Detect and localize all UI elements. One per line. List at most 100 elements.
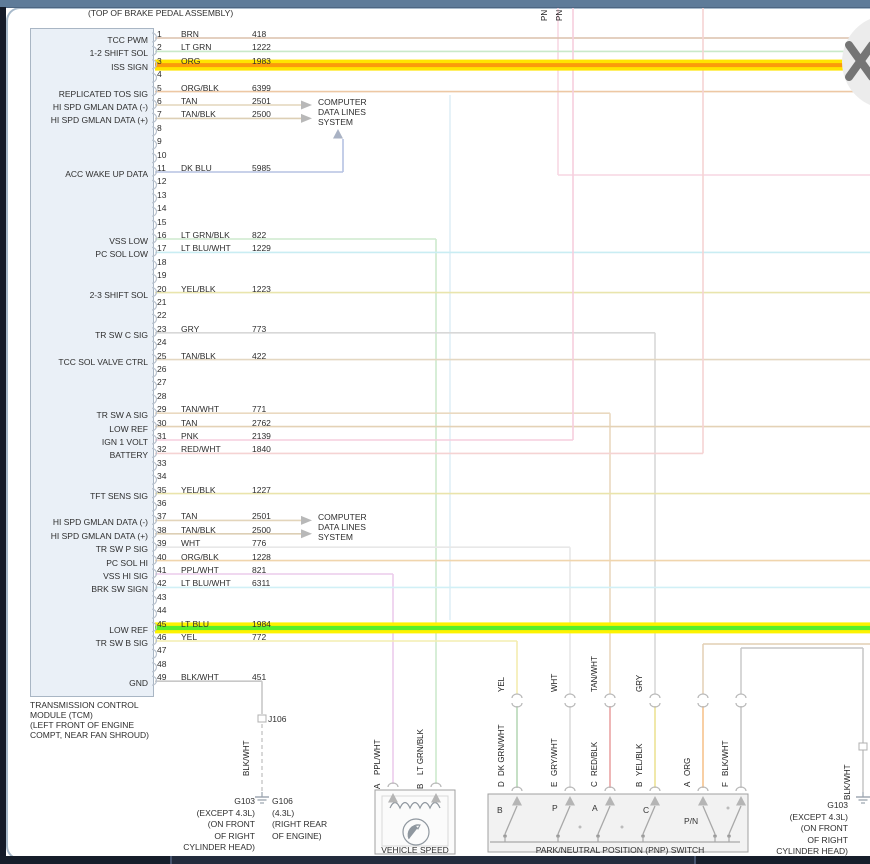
ground-wire-label: BLK/WHT <box>242 740 251 776</box>
g103-left-label: G103 (EXCEPT 4.3L) (ON FRONT OF RIGHT CY… <box>105 796 255 854</box>
pin-label: TR SW P SIG <box>28 544 148 554</box>
inline-connector-icon <box>565 694 575 707</box>
pin-wire-color: GRY <box>181 325 247 334</box>
connector-cavity <box>152 475 157 484</box>
vss-caption: VEHICLE SPEED <box>370 845 460 855</box>
ground-wire-label: BLK/WHT <box>843 764 852 800</box>
pin-number: 6 <box>157 97 175 106</box>
pin-number: 17 <box>157 244 175 253</box>
pin-circuit-number: 5985 <box>252 164 296 173</box>
pin-number: 29 <box>157 405 175 414</box>
pin-number: 16 <box>157 231 175 240</box>
pin-number: 35 <box>157 486 175 495</box>
pin-number: 39 <box>157 539 175 548</box>
pin-wire-color: TAN/BLK <box>181 110 247 119</box>
pin-number: 43 <box>157 593 175 602</box>
pin-label: TFT SENS SIG <box>28 491 148 501</box>
computer-data-lines-label: COMPUTER DATA LINES SYSTEM <box>318 512 367 542</box>
pnp-pin-letter: E <box>550 782 559 787</box>
pin-label: PC SOL LOW <box>28 249 148 259</box>
pin-circuit-number: 1984 <box>252 620 296 629</box>
pnp-pn-label: P/N <box>684 817 698 826</box>
pin-wire-color: TAN <box>181 419 247 428</box>
pin-number: 24 <box>157 338 175 347</box>
pin-number: 32 <box>157 445 175 454</box>
connector-cavity <box>152 301 157 310</box>
pin-number: 49 <box>157 673 175 682</box>
pin-number: 31 <box>157 432 175 441</box>
pin-number: 22 <box>157 311 175 320</box>
pnp-upper-wire-label: GRY <box>635 675 644 692</box>
pin-label: LOW REF <box>28 424 148 434</box>
pin-number: 21 <box>157 298 175 307</box>
pin-wire-color: TAN/WHT <box>181 405 247 414</box>
pin-number: 4 <box>157 70 175 79</box>
pin-wire-color: LT GRN <box>181 43 247 52</box>
pin-number: 33 <box>157 459 175 468</box>
pnp-wire-label: GRY/WHT <box>550 738 559 776</box>
top-edge-bar <box>0 0 870 8</box>
tcm-name-line: MODULE (TCM) <box>30 710 93 720</box>
pin-circuit-number: 1229 <box>252 244 296 253</box>
pin-label: LOW REF <box>28 625 148 635</box>
connector-cavity <box>152 609 157 618</box>
vss-b-pin-letter: B <box>416 784 425 789</box>
pin-wire-color: LT BLU/WHT <box>181 244 247 253</box>
pnp-wire-label: ORG <box>683 758 692 776</box>
connector-cavity <box>152 596 157 605</box>
pin-number: 18 <box>157 258 175 267</box>
connector-cavity <box>152 73 157 82</box>
pin-number: 10 <box>157 151 175 160</box>
pin-number: 42 <box>157 579 175 588</box>
pin-number: 25 <box>157 352 175 361</box>
splice-marker <box>258 715 266 722</box>
pin-wire-color: YEL <box>181 633 247 642</box>
pin-number: 20 <box>157 285 175 294</box>
pin-number: 38 <box>157 526 175 535</box>
pin-number: 47 <box>157 646 175 655</box>
pin-label: TR SW C SIG <box>28 330 148 340</box>
inline-connector-icon <box>736 694 746 707</box>
bottom-bar-separator <box>170 856 172 864</box>
g103-right-label: G103 (EXCEPT 4.3L) (ON FRONT OF RIGHT CY… <box>700 800 848 858</box>
pin-number: 1 <box>157 30 175 39</box>
pin-wire-color: LT BLU/WHT <box>181 579 247 588</box>
pnp-switch-label: P <box>552 804 558 813</box>
arrow-icon <box>301 516 312 525</box>
pnp-upper-wire-label: WHT <box>550 674 559 692</box>
pin-wire-color: PNK <box>181 432 247 441</box>
pin-circuit-number: 776 <box>252 539 296 548</box>
connector-arc <box>431 783 441 787</box>
pin-number: 40 <box>157 553 175 562</box>
pin-number: 8 <box>157 124 175 133</box>
pin-number: 13 <box>157 191 175 200</box>
pin-wire-color: LT BLU <box>181 620 247 629</box>
pin-label: VSS HI SIG <box>28 571 148 581</box>
inline-connector-icon <box>698 694 708 707</box>
bottom-bar-segment <box>0 856 170 864</box>
pin-wire-color: BLK/WHT <box>181 673 247 682</box>
pin-number: 45 <box>157 620 175 629</box>
top-wire-label: PN <box>555 10 564 21</box>
g106-label: G106 (4.3L) (RIGHT REAR OF ENGINE) <box>272 796 382 842</box>
arrow-icon <box>333 129 343 139</box>
pin-wire-color: LT GRN/BLK <box>181 231 247 240</box>
pin-number: 36 <box>157 499 175 508</box>
connector-cavity <box>152 194 157 203</box>
connector-arc <box>650 787 660 791</box>
pin-circuit-number: 2139 <box>252 432 296 441</box>
pin-wire-color: ORG/BLK <box>181 553 247 562</box>
pin-wire-color: TAN <box>181 97 247 106</box>
pin-number: 14 <box>157 204 175 213</box>
pin-wire-color: TAN/BLK <box>181 352 247 361</box>
close-button[interactable] <box>836 8 870 118</box>
pin-wire-color: BRN <box>181 30 247 39</box>
pin-circuit-number: 6311 <box>252 579 296 588</box>
pin-number: 26 <box>157 365 175 374</box>
pin-label: TR SW B SIG <box>28 638 148 648</box>
bottom-edge-bar <box>0 856 870 864</box>
arrow-icon <box>301 114 312 123</box>
pnp-caption: PARK/NEUTRAL POSITION (PNP) SWITCH <box>530 845 710 855</box>
connector-cavity <box>152 261 157 270</box>
pin-wire-color: YEL/BLK <box>181 285 247 294</box>
